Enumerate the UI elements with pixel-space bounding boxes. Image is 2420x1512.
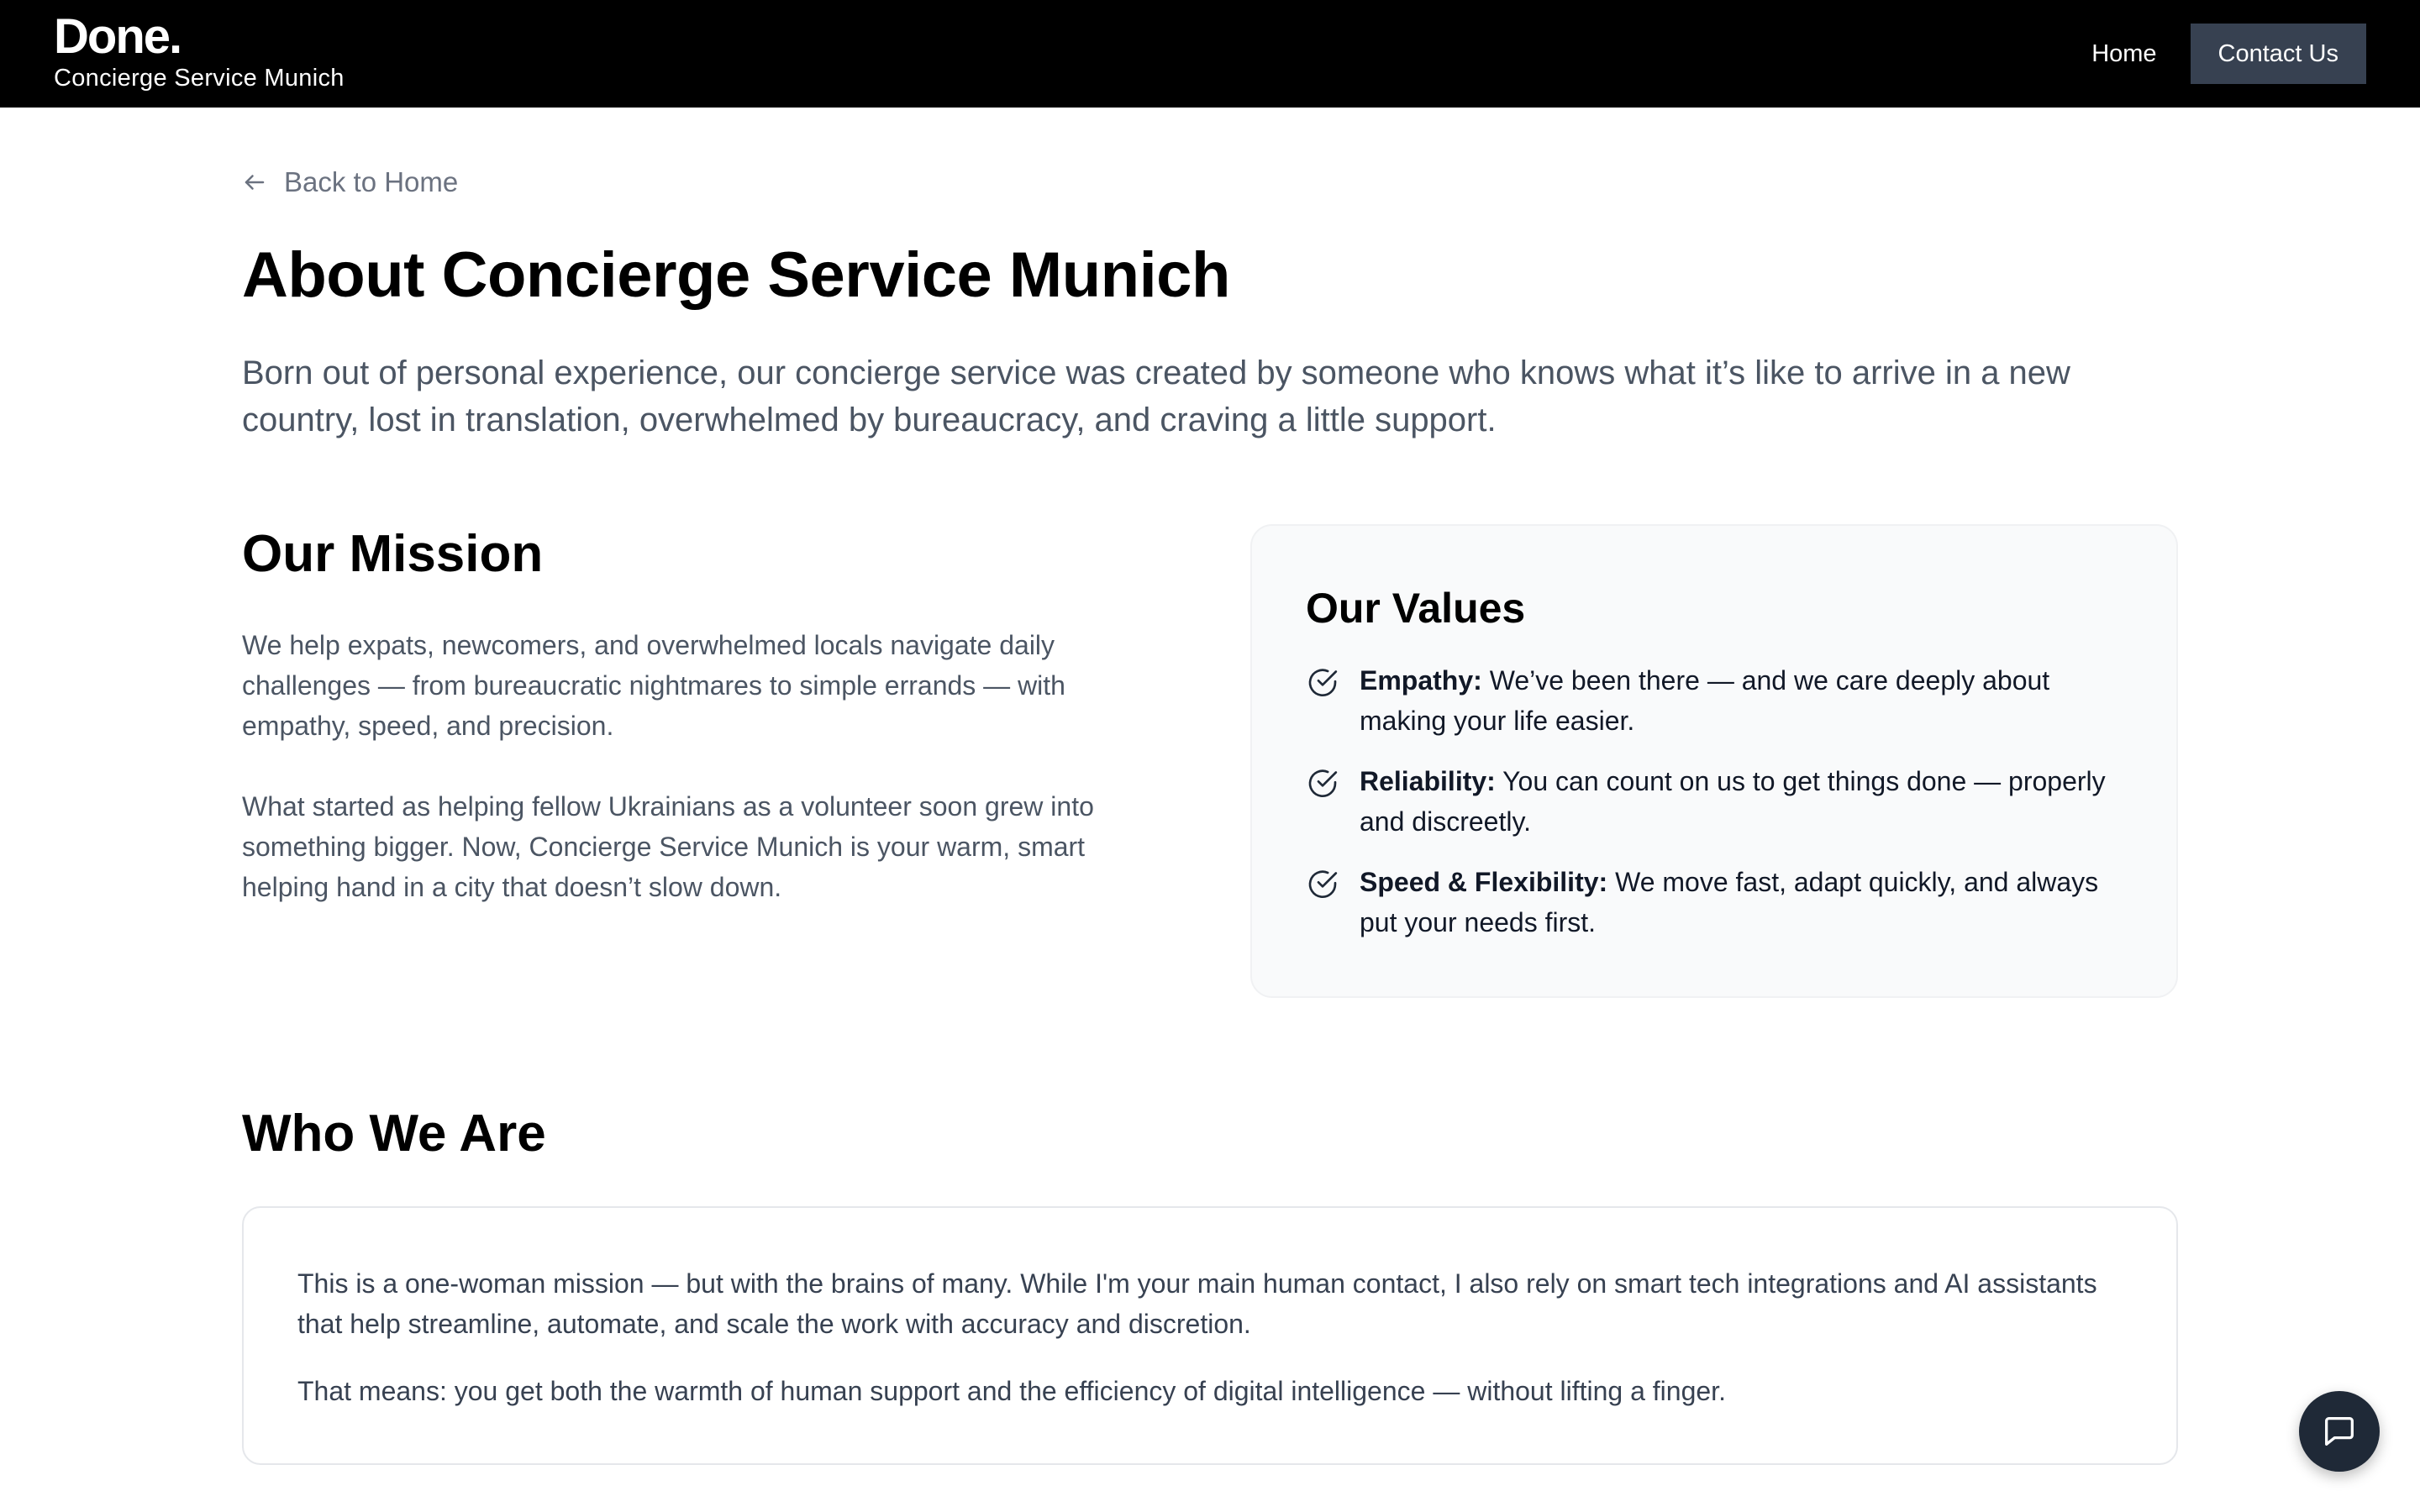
who-we-are-heading: Who We Are <box>242 1105 546 1163</box>
values-heading: Our Values <box>1306 585 1526 632</box>
brand-logo: Done. <box>54 9 182 64</box>
value-label: Speed & Flexibility: <box>1360 867 1608 897</box>
value-item: Empathy: We’ve been there — and we care … <box>1306 660 2138 741</box>
mission-paragraph: We help expats, newcomers, and overwhelm… <box>242 630 1065 741</box>
values-card: Our Values Empathy: We’ve been there — a… <box>1250 524 2178 998</box>
check-circle-icon <box>1308 870 1338 898</box>
value-text: Reliability: You can count on us to get … <box>1360 761 2138 842</box>
check-circle-icon <box>1308 769 1338 797</box>
nav-home-link[interactable]: Home <box>2091 24 2156 84</box>
check-circle-icon <box>1308 669 1338 696</box>
value-label: Empathy: <box>1360 665 1482 696</box>
who-paragraph: This is a one-woman mission — but with t… <box>297 1268 2097 1339</box>
arrow-left-icon <box>245 175 265 190</box>
contact-us-button[interactable]: Contact Us <box>2190 24 2366 84</box>
who-we-are-card: This is a one-woman mission — but with t… <box>242 1206 2178 1465</box>
who-paragraph: That means: you get both the warmth of h… <box>297 1376 1726 1406</box>
site-header: Done. Concierge Service Munich Home Cont… <box>0 0 2420 108</box>
brand-subtitle: Concierge Service Munich <box>54 65 345 92</box>
value-text: Speed & Flexibility: We move fast, adapt… <box>1360 862 2138 942</box>
value-label: Reliability: <box>1360 766 1496 796</box>
brand[interactable]: Done. Concierge Service Munich <box>54 10 345 92</box>
values-list: Empathy: We’ve been there — and we care … <box>1306 660 2138 942</box>
page-title: About Concierge Service Munich <box>242 239 1230 311</box>
mission-paragraph: What started as helping fellow Ukrainian… <box>242 791 1094 902</box>
value-item: Speed & Flexibility: We move fast, adapt… <box>1306 862 2138 942</box>
back-link-label: Back to Home <box>284 166 459 197</box>
value-item: Reliability: You can count on us to get … <box>1306 761 2138 842</box>
chat-bubble-icon <box>2325 1417 2354 1446</box>
mission-heading: Our Mission <box>242 525 544 583</box>
intro-text: Born out of personal experience, our con… <box>242 354 2070 438</box>
mission-text: We help expats, newcomers, and overwhelm… <box>242 625 1133 907</box>
chat-button[interactable] <box>2299 1391 2380 1472</box>
back-to-home-link[interactable]: Back to Home <box>242 163 458 202</box>
main-nav: Home Contact Us <box>2091 24 2366 84</box>
value-text: Empathy: We’ve been there — and we care … <box>1360 660 2138 741</box>
